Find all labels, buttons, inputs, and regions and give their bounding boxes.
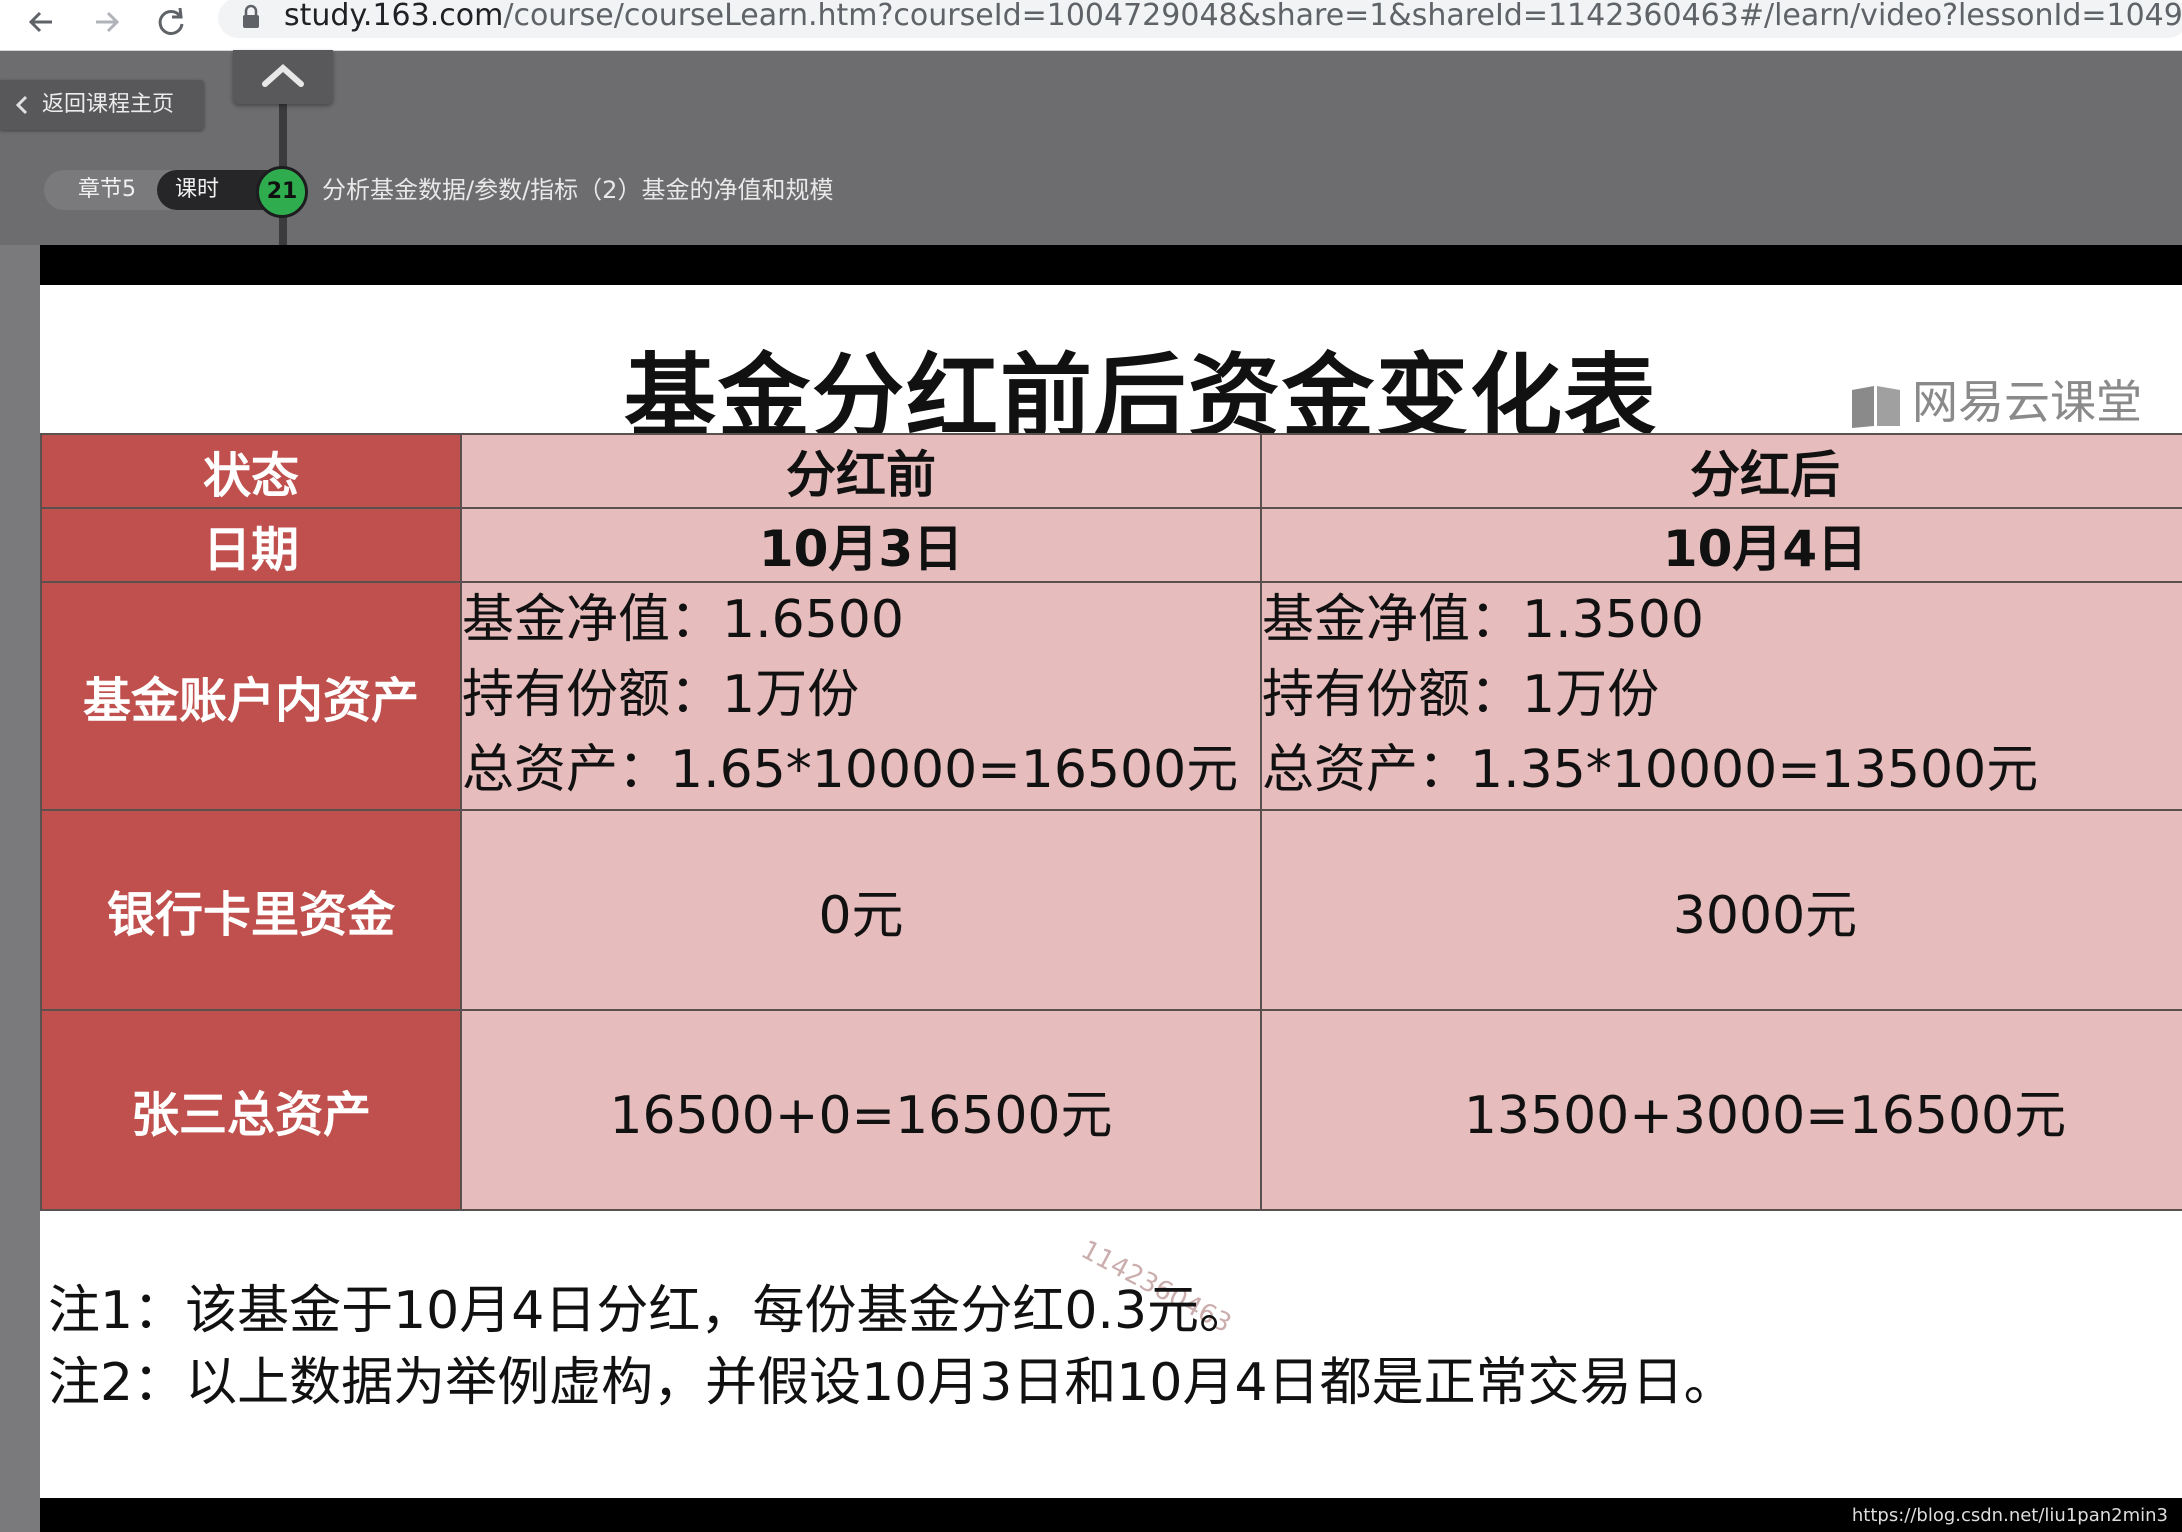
row-header-assets: 基金账户内资产 <box>40 581 462 811</box>
row-header-bank: 银行卡里资金 <box>40 809 462 1011</box>
back-arrow-icon[interactable] <box>22 2 66 42</box>
brand-name: 网易云课堂 <box>1912 375 2142 429</box>
forward-arrow-icon[interactable] <box>86 2 130 42</box>
back-button-label: 返回课程主页 <box>42 92 175 117</box>
assets-after-total: 总资产：1.35*10000=13500元 <box>1262 740 2039 800</box>
table-row: 基金账户内资产 基金净值：1.6500 持有份额：1万份 总资产：1.65*10… <box>40 581 2182 811</box>
cell-total-before: 16500+0=16500元 <box>460 1009 1262 1211</box>
fund-table: 状态 分红前 分红后 日期 10月3日 10月4日 基金账户内资产 基金净值：1… <box>40 433 2182 1211</box>
cell-bank-before: 0元 <box>460 809 1262 1011</box>
table-row: 银行卡里资金 0元 3000元 <box>40 809 2182 1011</box>
cell-assets-before: 基金净值：1.6500 持有份额：1万份 总资产：1.65*10000=1650… <box>460 581 1262 811</box>
book-icon <box>1852 386 1900 428</box>
lock-icon <box>243 4 259 28</box>
browser-toolbar: study.163.com/course/courseLearn.htm?cou… <box>0 0 2182 51</box>
url-text[interactable]: study.163.com/course/courseLearn.htm?cou… <box>284 0 2182 34</box>
cell-state-before: 分红前 <box>460 433 1262 509</box>
back-to-course-button[interactable]: 返回课程主页 <box>0 80 204 130</box>
lesson-label: 课时 <box>175 177 220 202</box>
cell-total-after: 13500+3000=16500元 <box>1260 1009 2182 1211</box>
video-side-margin <box>0 245 40 1532</box>
chapter-label: 章节5 <box>78 177 136 202</box>
chevron-left-icon <box>15 95 28 115</box>
cell-bank-after: 3000元 <box>1260 809 2182 1011</box>
assets-before-shares: 持有份额：1万份 <box>462 665 860 725</box>
reload-icon[interactable] <box>150 2 194 42</box>
assets-before-total: 总资产：1.65*10000=16500元 <box>462 740 1239 800</box>
video-player[interactable]: 基金分红前后资金变化表 网易云课堂 状态 分红前 分红后 日期 10月3日 10… <box>40 245 2182 1532</box>
assets-after-nav: 基金净值：1.3500 <box>1262 590 1704 650</box>
row-header-total: 张三总资产 <box>40 1009 462 1211</box>
table-row: 状态 分红前 分红后 <box>40 433 2182 509</box>
lesson-number-badge: 21 <box>256 166 308 218</box>
address-bar[interactable]: study.163.com/course/courseLearn.htm?cou… <box>218 0 2182 38</box>
row-header-state: 状态 <box>40 433 462 509</box>
assets-after-shares: 持有份额：1万份 <box>1262 665 1660 725</box>
cell-state-after: 分红后 <box>1260 433 2182 509</box>
cell-assets-after: 基金净值：1.3500 持有份额：1万份 总资产：1.35*10000=1350… <box>1260 581 2182 811</box>
collapse-toggle[interactable] <box>233 50 333 104</box>
csdn-watermark: https://blog.csdn.net/liu1pan2min3 <box>1851 1505 2168 1526</box>
chevron-up-icon <box>262 63 304 87</box>
slide: 基金分红前后资金变化表 网易云课堂 状态 分红前 分红后 日期 10月3日 10… <box>40 285 2182 1498</box>
slide-notes: 注1：该基金于10月4日分红，每份基金分红0.3元。 注2：以上数据为举例虚构，… <box>48 1275 1736 1419</box>
assets-before-nav: 基金净值：1.6500 <box>462 590 904 650</box>
cell-date-before: 10月3日 <box>460 507 1262 583</box>
table-row: 张三总资产 16500+0=16500元 13500+3000=16500元 <box>40 1009 2182 1211</box>
row-header-date: 日期 <box>40 507 462 583</box>
lesson-title: 分析基金数据/参数/指标（2）基金的净值和规模 <box>322 176 834 204</box>
note-1: 注1：该基金于10月4日分红，每份基金分红0.3元。 <box>48 1281 1252 1341</box>
cell-date-after: 10月4日 <box>1260 507 2182 583</box>
note-2: 注2：以上数据为举例虚构，并假设10月3日和10月4日都是正常交易日。 <box>48 1353 1736 1413</box>
table-row: 日期 10月3日 10月4日 <box>40 507 2182 583</box>
